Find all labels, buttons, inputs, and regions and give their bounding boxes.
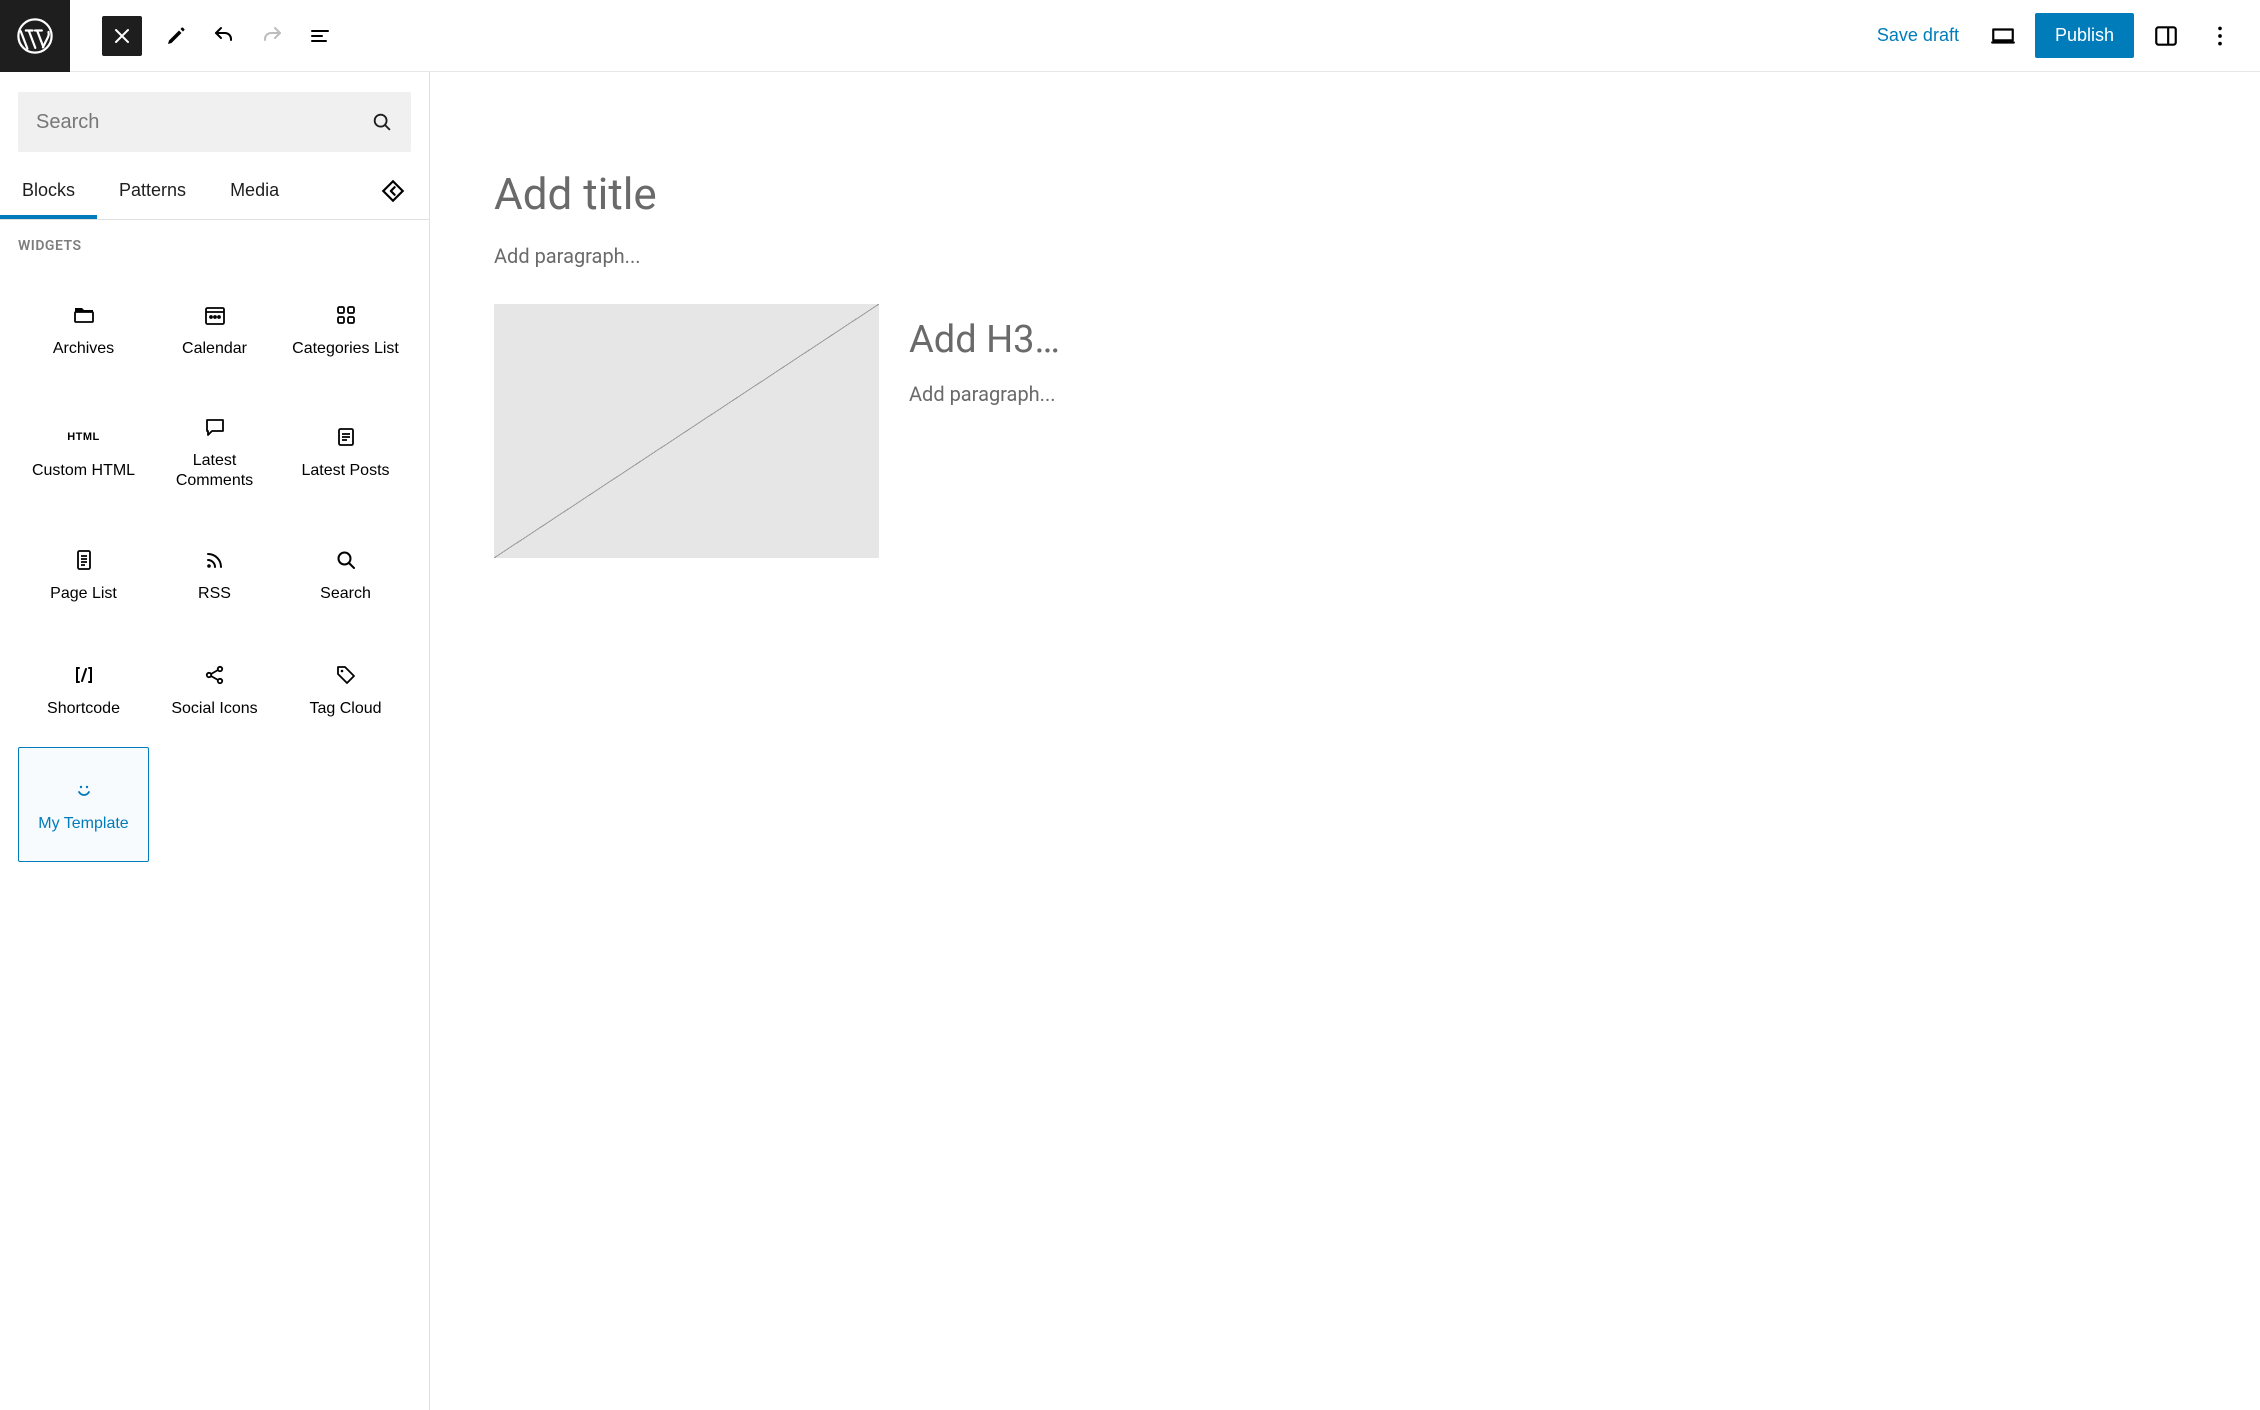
block-rss[interactable]: RSS [149,517,280,632]
page-list-icon [70,546,98,574]
block-label: My Template [38,814,128,834]
block-label: Archives [53,339,114,359]
image-placeholder[interactable] [494,304,879,558]
editor-content: Add title Add paragraph... Add H3… Add p… [494,168,1444,558]
rss-icon [201,546,229,574]
block-label: Categories List [292,339,399,359]
block-search[interactable]: Search [280,517,411,632]
block-label: Page List [50,584,117,604]
publish-button[interactable]: Publish [2035,13,2134,58]
undo-button[interactable] [202,14,246,58]
edit-tool-button[interactable] [154,14,198,58]
block-categories-list[interactable]: Categories List [280,272,411,387]
columns-block: Add H3… Add paragraph... [494,304,1444,558]
preview-button[interactable] [1981,14,2025,58]
block-custom-html[interactable]: HTML Custom HTML [18,387,149,517]
section-label-widgets: WIDGETS [18,238,411,254]
settings-sidebar-toggle[interactable] [2144,14,2188,58]
block-label: Custom HTML [32,461,135,481]
list-view-icon [308,24,332,48]
diamond-chevron-icon [380,178,406,204]
share-icon [201,661,229,689]
posts-icon [332,423,360,451]
block-inserter-panel: Blocks Patterns Media WIDGETS Archives [0,72,430,1410]
column-2: Add H3… Add paragraph... [909,304,1444,406]
block-latest-posts[interactable]: Latest Posts [280,387,411,517]
paragraph-placeholder[interactable]: Add paragraph... [494,244,1444,268]
block-grid: Archives Calendar Categories List HTML [18,272,411,862]
topbar-right: Save draft Publish [1865,13,2260,58]
search-input[interactable] [36,111,371,134]
sidebar-icon [2153,23,2179,49]
block-label: Latest Comments [154,451,275,491]
options-menu-button[interactable] [2198,14,2242,58]
topbar-left [0,0,342,72]
inserter-search-box[interactable] [18,92,411,152]
paragraph2-placeholder[interactable]: Add paragraph... [909,382,1444,406]
undo-icon [212,24,236,48]
inserter-search-row [0,72,429,152]
save-draft-button[interactable]: Save draft [1865,17,1971,54]
block-social-icons[interactable]: Social Icons [149,632,280,747]
post-title-placeholder[interactable]: Add title [494,168,1444,220]
desktop-icon [1990,23,2016,49]
calendar-icon [201,301,229,329]
block-label: Shortcode [47,699,120,719]
redo-button[interactable] [250,14,294,58]
block-label: Latest Posts [301,461,389,481]
block-archives[interactable]: Archives [18,272,149,387]
document-overview-button[interactable] [298,14,342,58]
comment-icon [201,413,229,441]
block-shortcode[interactable]: Shortcode [18,632,149,747]
editor-topbar: Save draft Publish [0,0,2260,72]
block-label: Calendar [182,339,247,359]
categories-icon [332,301,360,329]
h3-placeholder[interactable]: Add H3… [909,318,1444,362]
block-label: RSS [198,584,231,604]
tag-icon [332,661,360,689]
smile-icon [70,776,98,804]
close-icon [110,24,134,48]
wordpress-logo-icon [16,17,54,55]
inserter-tabs: Blocks Patterns Media [0,162,429,220]
search-icon [371,111,393,133]
inserter-body: WIDGETS Archives Calendar [0,220,429,1410]
tab-media[interactable]: Media [208,162,301,219]
pencil-icon [164,24,188,48]
inserter-explore-button[interactable] [375,173,411,209]
wordpress-logo[interactable] [0,0,70,72]
block-label: Social Icons [171,699,257,719]
block-label: Search [320,584,371,604]
block-my-template[interactable]: My Template [18,747,149,862]
editor-canvas[interactable]: Add title Add paragraph... Add H3… Add p… [430,72,2260,1410]
block-page-list[interactable]: Page List [18,517,149,632]
block-label: Tag Cloud [309,699,381,719]
close-inserter-button[interactable] [102,16,142,56]
tab-patterns[interactable]: Patterns [97,162,208,219]
block-calendar[interactable]: Calendar [149,272,280,387]
kebab-icon [2207,23,2233,49]
archives-icon [70,301,98,329]
search-block-icon [332,546,360,574]
shortcode-icon [70,661,98,689]
redo-icon [260,24,284,48]
tab-blocks[interactable]: Blocks [0,162,97,219]
main-area: Blocks Patterns Media WIDGETS Archives [0,72,2260,1410]
block-tag-cloud[interactable]: Tag Cloud [280,632,411,747]
html-icon: HTML [70,423,98,451]
block-latest-comments[interactable]: Latest Comments [149,387,280,517]
